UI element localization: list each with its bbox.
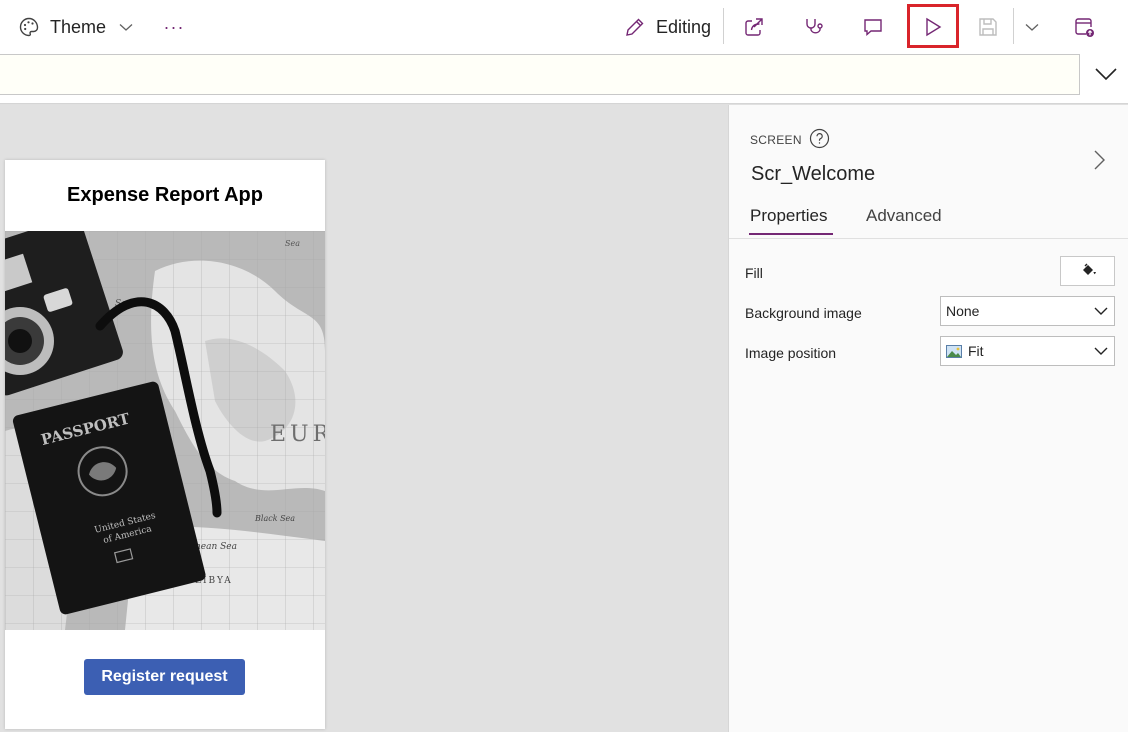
publish-icon [1073, 16, 1095, 38]
chevron-right-icon[interactable] [1091, 149, 1107, 171]
chevron-down-icon [1088, 343, 1114, 359]
theme-button[interactable]: Theme [18, 12, 134, 42]
app-title[interactable]: Expense Report App [5, 184, 325, 207]
hero-image[interactable]: EUROI Sea Sea Black Sea ALGERIA LIBYA ne… [5, 231, 325, 630]
palette-icon [18, 16, 40, 38]
save-button[interactable] [972, 11, 1004, 43]
formula-bar-input[interactable] [0, 54, 1080, 95]
section-label: SCREEN [750, 133, 802, 147]
more-options-button[interactable]: ··· [162, 12, 186, 42]
play-icon [922, 16, 944, 38]
tab-advanced[interactable]: Advanced [866, 206, 942, 226]
save-options-button[interactable] [1016, 11, 1048, 43]
share-button[interactable] [738, 11, 770, 43]
editing-label: Editing [656, 16, 712, 37]
svg-text:nean Sea: nean Sea [195, 542, 237, 552]
image-position-value: Fit [968, 343, 984, 359]
svg-text:Sea: Sea [285, 239, 300, 248]
design-canvas[interactable]: Expense Report App EUROI Sea Sea [0, 105, 728, 732]
screen-name[interactable]: Scr_Welcome [751, 163, 875, 186]
chevron-down-icon [1024, 19, 1040, 35]
image-position-dropdown[interactable]: Fit [940, 336, 1115, 366]
preview-play-button[interactable] [917, 11, 949, 43]
svg-text:Black Sea: Black Sea [254, 514, 295, 523]
comments-button[interactable] [857, 11, 889, 43]
command-bar: Theme ··· Editing [0, 0, 1128, 54]
toolbar-divider [1013, 8, 1014, 44]
active-tab-indicator [749, 233, 833, 235]
tab-divider [729, 238, 1128, 239]
app-screen-preview[interactable]: Expense Report App EUROI Sea Sea [5, 160, 325, 729]
passport-map-image: EUROI Sea Sea Black Sea ALGERIA LIBYA ne… [5, 231, 325, 630]
app-checker-button[interactable] [797, 11, 829, 43]
properties-pane: SCREEN Scr_Welcome Properties Advanced F… [728, 105, 1128, 732]
tab-properties[interactable]: Properties [750, 206, 827, 226]
fill-color-picker[interactable] [1060, 256, 1115, 286]
background-image-label: Background image [745, 305, 862, 321]
save-icon [977, 16, 999, 38]
chevron-down-icon [118, 19, 134, 35]
image-position-label: Image position [745, 345, 837, 361]
stethoscope-icon [802, 16, 824, 38]
register-request-button[interactable]: Register request [84, 659, 245, 695]
fill-label: Fill [745, 265, 763, 281]
toolbar-divider [723, 8, 724, 44]
background-image-dropdown[interactable]: None [940, 296, 1115, 326]
svg-text:EUROI: EUROI [270, 422, 325, 447]
chevron-down-icon [1088, 303, 1114, 319]
theme-label: Theme [50, 16, 107, 37]
pencil-icon [624, 16, 646, 38]
editing-button[interactable]: Editing [624, 12, 711, 42]
background-image-value: None [946, 303, 980, 319]
image-icon [946, 344, 962, 358]
comment-icon [862, 16, 884, 38]
publish-button[interactable] [1068, 11, 1100, 43]
share-icon [743, 16, 765, 38]
paint-bucket-icon [1079, 262, 1097, 280]
formula-expand-button[interactable] [1088, 58, 1124, 90]
image-position-selection: Fit [946, 343, 1088, 359]
help-icon[interactable] [809, 128, 830, 149]
chevron-down-icon [1094, 66, 1118, 82]
